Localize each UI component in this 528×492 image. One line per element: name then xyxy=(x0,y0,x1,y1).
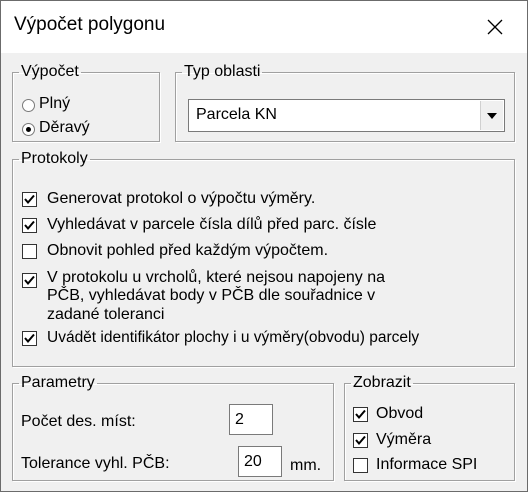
protocols-legend: Protokoly xyxy=(21,150,88,167)
check-icon xyxy=(24,333,35,344)
checkbox-obvod[interactable] xyxy=(353,407,368,422)
radio-plny[interactable] xyxy=(22,99,35,112)
dropdown-button[interactable] xyxy=(480,101,503,130)
window-title: Výpočet polygonu xyxy=(14,14,166,35)
protocol-item-label: zadané toleranci xyxy=(47,306,165,323)
radio-plny-label: Plný xyxy=(39,95,71,112)
protocol-item-label: Uvádět identifikátor plochy i u výměry(o… xyxy=(47,329,420,346)
decimals-label: Počet des. míst: xyxy=(21,413,136,430)
protocol-item-label: Obnovit pohled před každým výpočtem. xyxy=(47,242,329,259)
area-type-value: Parcela KN xyxy=(196,106,277,123)
checkbox-refresh-view[interactable] xyxy=(22,244,37,259)
check-icon xyxy=(24,220,35,231)
radio-deravy-label: Děravý xyxy=(39,119,90,136)
display-item-label: Informace SPI xyxy=(376,456,478,473)
radio-deravy[interactable] xyxy=(22,123,35,136)
polygon-dialog: Výpočet polygonu Výpočet Plný Děravý Typ… xyxy=(0,0,528,492)
display-item-label: Výměra xyxy=(376,431,432,448)
checkbox-informace-spi[interactable] xyxy=(353,458,368,473)
close-icon xyxy=(487,19,503,35)
chevron-down-icon xyxy=(487,112,497,119)
protocol-item-label: PČB, vyhledávat body v PČB dle souřadnic… xyxy=(47,287,376,304)
checkbox-search-pcb[interactable] xyxy=(22,273,37,288)
close-button[interactable] xyxy=(463,1,527,53)
tolerance-input[interactable] xyxy=(238,446,282,477)
area-type-legend: Typ oblasti xyxy=(184,63,261,80)
check-icon xyxy=(355,435,366,446)
check-icon xyxy=(24,275,35,286)
radio-selected-dot xyxy=(26,127,31,132)
checkbox-search-parts[interactable] xyxy=(22,218,37,233)
area-type-select[interactable]: Parcela KN xyxy=(188,99,505,132)
display-item-label: Obvod xyxy=(376,405,424,422)
protocol-item-label: Generovat protokol o výpočtu výměry. xyxy=(47,190,316,207)
title-bar: Výpočet polygonu xyxy=(1,1,527,53)
display-legend: Zobrazit xyxy=(353,374,411,391)
protocol-item-label: V protokolu u vrcholů, které nejsou napo… xyxy=(47,269,385,286)
tolerance-unit: mm. xyxy=(290,457,322,474)
check-icon xyxy=(24,194,35,205)
decimals-input[interactable] xyxy=(229,404,273,435)
protocol-item-label: Vyhledávat v parcele čísla dílů před par… xyxy=(47,216,377,233)
params-legend: Parametry xyxy=(21,374,95,391)
checkbox-identifier[interactable] xyxy=(22,331,37,346)
check-icon xyxy=(355,409,366,420)
calc-legend: Výpočet xyxy=(21,63,79,80)
checkbox-generate-protocol[interactable] xyxy=(22,192,37,207)
tolerance-label: Tolerance vyhl. PČB: xyxy=(21,455,170,472)
checkbox-vymera[interactable] xyxy=(353,433,368,448)
